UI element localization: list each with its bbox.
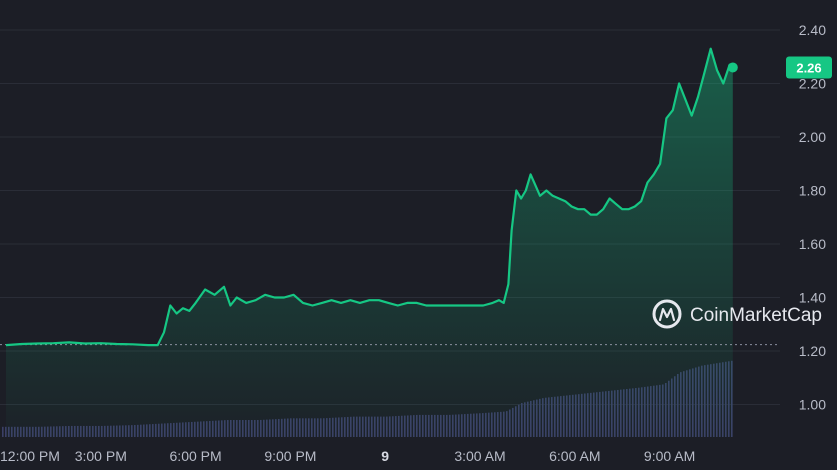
x-tick-label: 6:00 AM [549,448,600,464]
y-axis: 2.402.202.001.801.601.401.201.00 [799,22,826,413]
volume-bar [2,426,4,437]
current-price-tag: 2.26 [786,56,832,79]
x-tick-label: 3:00 AM [454,448,505,464]
y-tick-label: 1.80 [799,183,826,199]
y-tick-label: 1.00 [799,397,826,413]
price-chart: 2.402.202.001.801.601.401.201.00 12:00 P… [0,22,832,464]
x-tick-label: 6:00 PM [170,448,222,464]
y-tick-label: 1.20 [799,343,826,359]
y-tick-label: 1.40 [799,290,826,306]
y-tick-label: 2.00 [799,129,826,145]
x-tick-label: 9:00 PM [264,448,316,464]
x-axis: 12:00 PM 3:00 PM 6:00 PM 9:00 PM 9 3:00 AM 6:0… [0,448,695,464]
watermark-text: CoinMarketCap [690,305,822,326]
current-price-dot [727,62,738,73]
x-tick-label: 9:00 AM [644,448,695,464]
price-area [6,48,733,437]
x-tick-label: 9 [381,448,389,464]
y-tick-label: 2.40 [799,22,826,38]
y-tick-label: 1.60 [799,236,826,252]
current-price-label: 2.26 [796,60,821,75]
x-tick-label: 12:00 PM [0,448,60,464]
x-tick-label: 3:00 PM [75,448,127,464]
